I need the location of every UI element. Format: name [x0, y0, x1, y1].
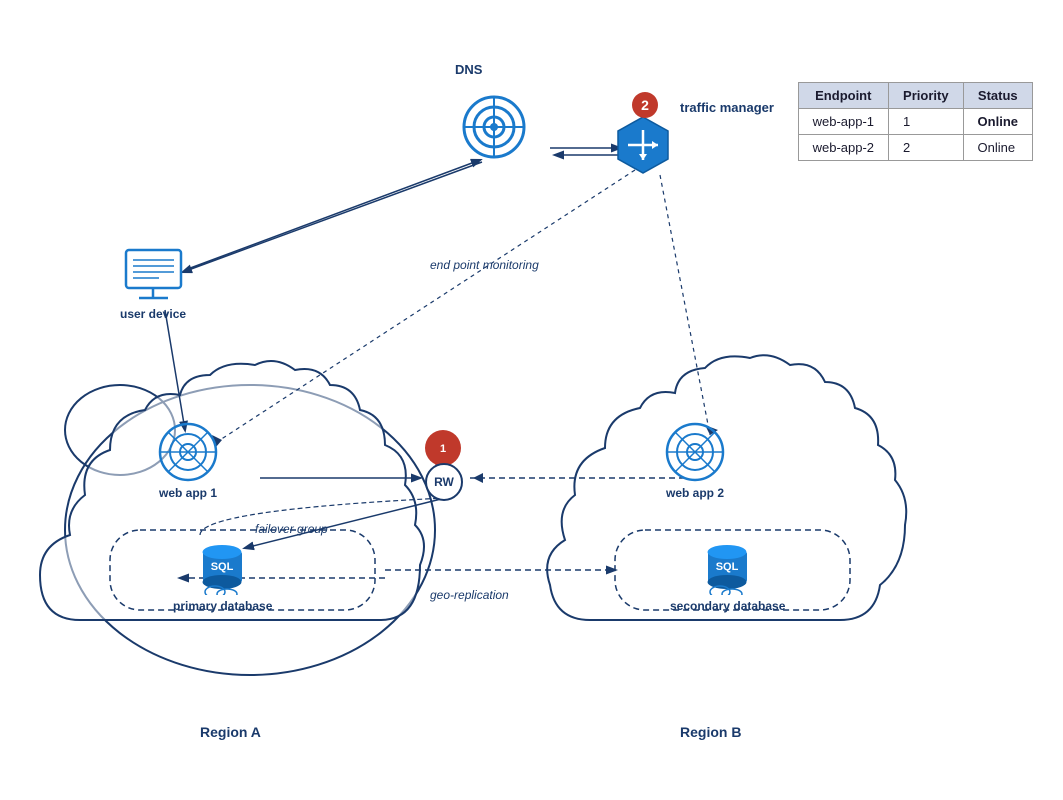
secondary-db-wrap: SQL secondary database	[670, 540, 785, 613]
user-device-wrap: user device	[120, 248, 186, 321]
endpoint-2: web-app-2	[798, 135, 888, 161]
primary-db-label: primary database	[173, 599, 272, 613]
table-row: web-app-2 2 Online	[798, 135, 1032, 161]
web-app-1-wrap: web app 1	[158, 422, 218, 500]
user-device-label: user device	[120, 307, 186, 321]
col-priority: Priority	[889, 83, 964, 109]
region-a-label: Region A	[200, 724, 261, 740]
web-app-1-label: web app 1	[159, 486, 217, 500]
region-b-label: Region B	[680, 724, 741, 740]
col-endpoint: Endpoint	[798, 83, 888, 109]
traffic-manager-icon	[613, 115, 673, 175]
col-status: Status	[963, 83, 1032, 109]
traffic-manager-wrap	[613, 115, 673, 175]
dns-label: DNS	[455, 62, 482, 77]
geo-replication-label: geo-replication	[430, 588, 509, 602]
traffic-manager-table: Endpoint Priority Status web-app-1 1 Onl…	[798, 78, 1033, 161]
diagram: DNS 2 traffic manager End	[0, 0, 1063, 800]
dns-icon	[462, 95, 527, 160]
status-2: Online	[963, 135, 1032, 161]
table-row: web-app-1 1 Online	[798, 109, 1032, 135]
priority-1: 1	[889, 109, 964, 135]
priority-2: 2	[889, 135, 964, 161]
failover-group-label: failover group	[255, 522, 328, 536]
web-app-1-icon	[158, 422, 218, 482]
secondary-db-label: secondary database	[670, 599, 785, 613]
svg-text:SQL: SQL	[716, 561, 739, 573]
rw-circle: RW	[425, 463, 463, 501]
svg-text:1: 1	[440, 443, 446, 455]
primary-db-wrap: SQL primary database	[173, 540, 272, 613]
svg-text:SQL: SQL	[211, 561, 234, 573]
primary-db-icon: SQL	[195, 540, 250, 595]
endpoint-1: web-app-1	[798, 109, 888, 135]
web-app-2-icon	[665, 422, 725, 482]
badge-2: 2	[632, 92, 658, 118]
endpoint-monitoring-label: end point monitoring	[430, 258, 539, 272]
user-device-icon	[121, 248, 186, 303]
secondary-db-icon: SQL	[700, 540, 755, 595]
dns-icon-wrap	[462, 95, 527, 160]
status-1: Online	[963, 109, 1032, 135]
web-app-2-wrap: web app 2	[665, 422, 725, 500]
web-app-2-label: web app 2	[666, 486, 724, 500]
traffic-manager-label: traffic manager	[680, 100, 774, 115]
